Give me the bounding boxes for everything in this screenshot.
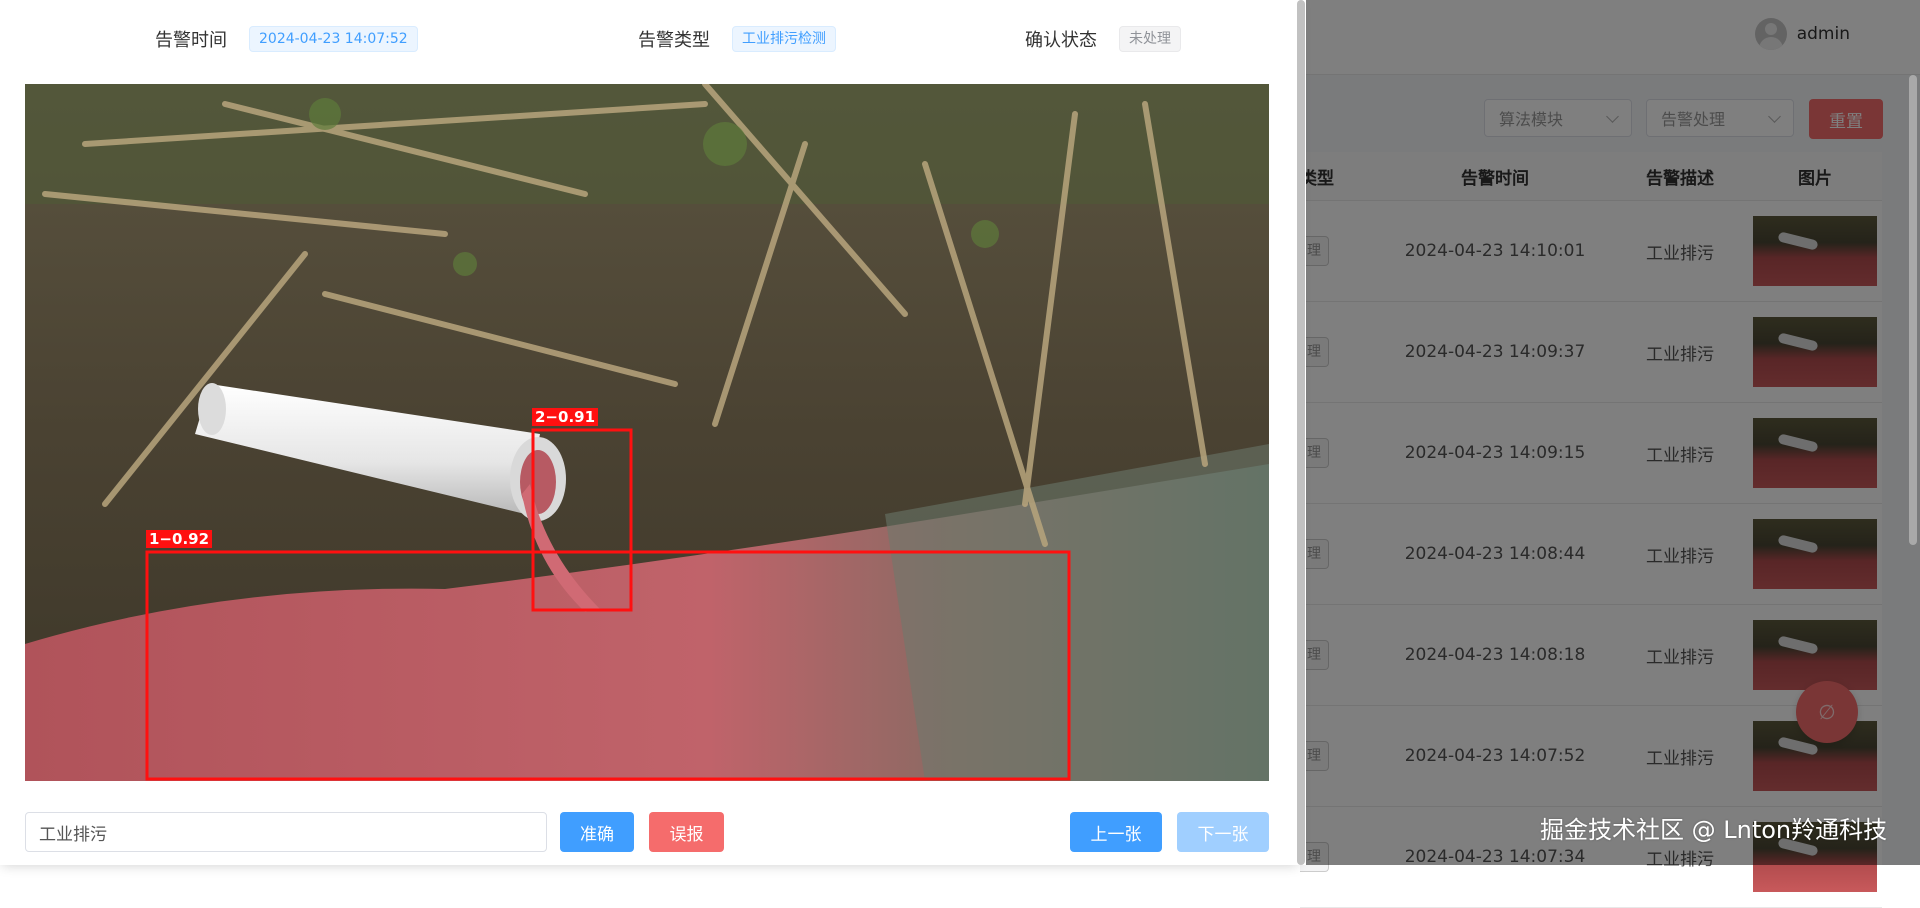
page-scrollbar[interactable] xyxy=(1904,0,1920,865)
next-image-button[interactable]: 下一张 xyxy=(1177,812,1269,852)
detection-label-1: 1−0.92 xyxy=(146,530,213,548)
confirm-correct-button[interactable]: 准确 xyxy=(560,812,634,852)
snapshot-scene xyxy=(25,84,1269,781)
confirm-status-field: 确认状态 未处理 xyxy=(1025,26,1181,52)
confirm-status-tag: 未处理 xyxy=(1119,26,1181,52)
alarm-detail-dialog: 告警时间 2024-04-23 14:07:52 告警类型 工业排污检测 确认状… xyxy=(0,0,1296,865)
alarm-type-field: 告警类型 工业排污检测 xyxy=(638,26,836,52)
confirm-status-label: 确认状态 xyxy=(1025,30,1097,51)
alarm-time-tag: 2024-04-23 14:07:52 xyxy=(249,26,418,52)
previous-image-button[interactable]: 上一张 xyxy=(1070,812,1162,852)
alarm-time-label: 告警时间 xyxy=(155,30,227,51)
alarm-note-input[interactable] xyxy=(25,812,547,852)
watermark-text: 掘金技术社区 @ Lnton羚通科技 xyxy=(1540,816,1888,844)
alarm-time-field: 告警时间 2024-04-23 14:07:52 xyxy=(155,26,418,52)
alarm-snapshot-image: 1−0.92 2−0.91 xyxy=(25,84,1269,781)
dialog-scrollbar-thumb[interactable] xyxy=(1297,0,1305,865)
detection-label-2: 2−0.91 xyxy=(532,408,599,426)
alarm-type-label: 告警类型 xyxy=(638,30,710,51)
page-scrollbar-thumb[interactable] xyxy=(1909,75,1917,545)
alarm-type-tag: 工业排污检测 xyxy=(732,26,836,52)
false-alarm-button[interactable]: 误报 xyxy=(649,812,724,852)
